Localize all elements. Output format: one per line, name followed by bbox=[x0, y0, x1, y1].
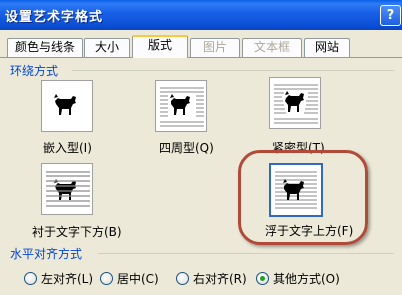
align-center-radio[interactable]: 居中(C) bbox=[100, 270, 159, 286]
wrap-option-inline-label: 嵌入型(I) bbox=[43, 141, 92, 155]
title-bar: 设置艺术字格式 ? bbox=[0, 0, 402, 30]
align-right-radio[interactable]: 右对齐(R) bbox=[176, 270, 247, 286]
tab-layout[interactable]: 版式 bbox=[132, 35, 188, 58]
align-left-radio[interactable]: 左对齐(L) bbox=[24, 270, 93, 286]
wrap-section-divider bbox=[72, 70, 394, 71]
wrap-option-inline[interactable] bbox=[41, 80, 93, 132]
wrap-option-in-front-text[interactable] bbox=[269, 163, 323, 217]
inline-dog-icon bbox=[54, 94, 76, 115]
behind-text-dog-icon bbox=[46, 171, 90, 207]
wrap-option-tight-label: 紧密型(T) bbox=[272, 141, 325, 155]
wrap-option-square-label: 四周型(Q) bbox=[159, 141, 214, 155]
align-left-label: 左对齐(L) bbox=[41, 271, 94, 286]
help-button[interactable]: ? bbox=[380, 5, 401, 26]
wrap-option-behind-text[interactable] bbox=[41, 163, 93, 215]
tight-wrap-dog-icon bbox=[274, 84, 318, 124]
square-wrap-dog-icon bbox=[160, 87, 204, 127]
tab-picture: 图片 bbox=[190, 38, 240, 57]
tab-web[interactable]: 网站 bbox=[304, 38, 350, 57]
radio-circle[interactable] bbox=[100, 271, 113, 285]
align-other-label: 其他方式(O) bbox=[273, 271, 340, 286]
dialog-title: 设置艺术字格式 bbox=[5, 10, 104, 25]
align-right-label: 右对齐(R) bbox=[193, 271, 247, 286]
format-wordart-dialog: 设置艺术字格式 ? 颜色与线条 大小 版式 图片 文本框 网站 环绕方式 嵌入型… bbox=[0, 0, 402, 295]
tab-colors-lines[interactable]: 颜色与线条 bbox=[7, 38, 83, 57]
wrap-option-in-front-text-label: 浮于文字上方(F) bbox=[265, 224, 354, 238]
align-other-radio[interactable]: 其他方式(O) bbox=[256, 270, 340, 286]
tab-size[interactable]: 大小 bbox=[84, 38, 130, 57]
tab-textbox: 文本框 bbox=[242, 38, 302, 57]
wrap-option-tight[interactable] bbox=[269, 77, 321, 129]
align-section-title: 水平对齐方式 bbox=[10, 247, 83, 261]
wrap-section-title: 环绕方式 bbox=[10, 64, 59, 78]
radio-circle[interactable] bbox=[176, 271, 189, 285]
align-section-divider bbox=[98, 253, 394, 254]
wrap-option-behind-text-label: 衬于文字下方(B) bbox=[32, 225, 122, 239]
wrap-option-square[interactable] bbox=[155, 80, 207, 132]
radio-circle-checked[interactable] bbox=[256, 271, 269, 285]
in-front-text-dog-icon bbox=[275, 171, 317, 209]
align-center-label: 居中(C) bbox=[117, 271, 159, 286]
radio-circle[interactable] bbox=[24, 271, 37, 285]
